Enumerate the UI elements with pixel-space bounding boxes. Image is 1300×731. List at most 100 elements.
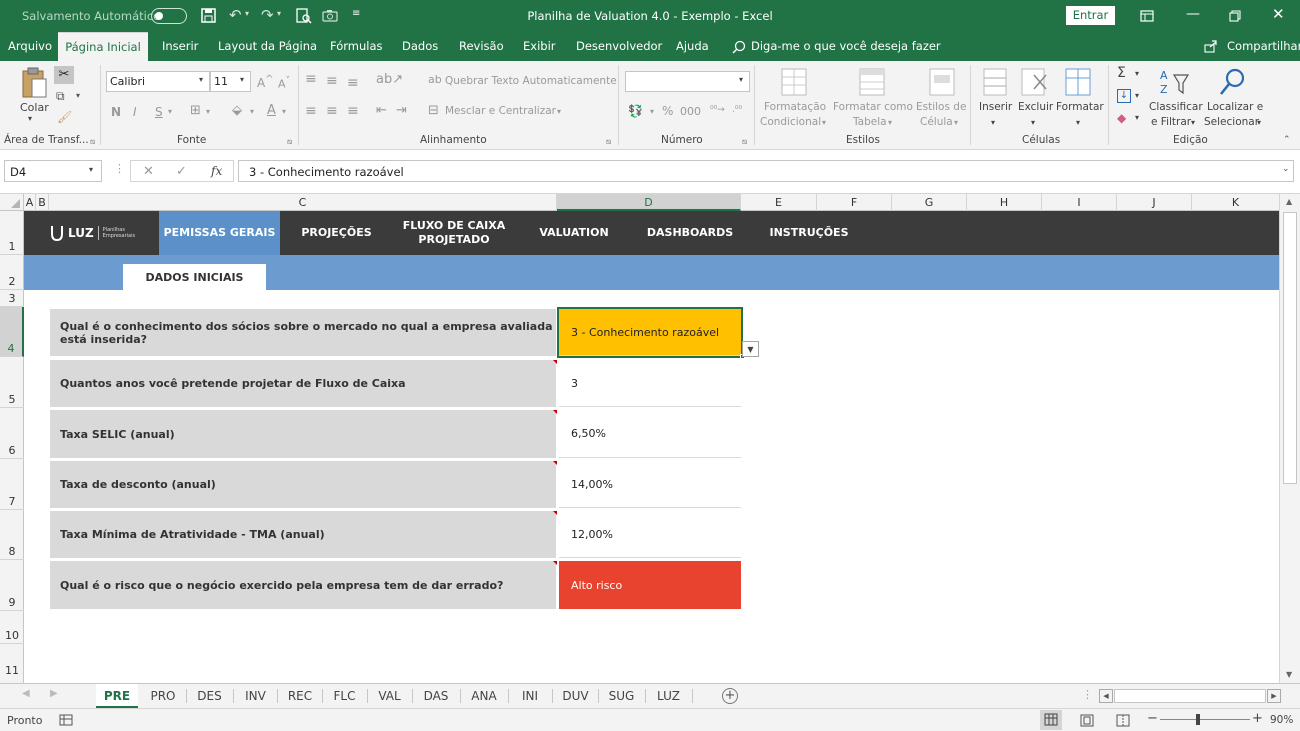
insert-cells-label[interactable]: Inserir bbox=[979, 101, 1012, 113]
comma-style-icon[interactable]: 000 bbox=[680, 105, 701, 118]
share-icon[interactable] bbox=[1204, 40, 1218, 53]
decrease-font-icon[interactable]: A˅ bbox=[278, 75, 290, 91]
find-select-label-2[interactable]: Selecionar bbox=[1204, 116, 1259, 128]
delete-cells-icon[interactable] bbox=[1020, 67, 1048, 97]
borders-icon[interactable]: ⊞ bbox=[190, 103, 201, 118]
align-bottom-icon[interactable]: ≡ bbox=[347, 75, 359, 91]
cancel-entry-icon[interactable]: ✕ bbox=[143, 164, 154, 179]
row-header-3[interactable]: 3 bbox=[0, 290, 24, 307]
copy-dropdown-icon[interactable]: ▾ bbox=[76, 91, 80, 100]
tab-ajuda[interactable]: Ajuda bbox=[676, 32, 709, 61]
format-cells-label[interactable]: Formatar bbox=[1056, 101, 1104, 113]
row-header-2[interactable]: 2 bbox=[0, 255, 24, 290]
autosave-toggle[interactable] bbox=[151, 8, 187, 24]
alignment-launcher-icon[interactable]: ⧅ bbox=[606, 137, 611, 147]
format-as-table-icon[interactable] bbox=[858, 67, 886, 97]
nav-fluxo-de-caixa[interactable]: FLUXO DE CAIXA PROJETADO bbox=[394, 211, 514, 255]
paste-icon[interactable] bbox=[20, 67, 48, 99]
nav-instrucoes[interactable]: INSTRUÇÕES bbox=[759, 211, 859, 255]
undo-icon[interactable]: ↶ bbox=[229, 6, 242, 24]
validation-dropdown-button[interactable]: ▼ bbox=[742, 341, 759, 357]
zoom-level[interactable]: 90% bbox=[1270, 714, 1293, 726]
cell-styles-dropdown-icon[interactable]: ▾ bbox=[954, 118, 958, 127]
conditional-formatting-icon[interactable] bbox=[780, 67, 808, 97]
sort-filter-label-2[interactable]: e Filtrar bbox=[1151, 116, 1191, 128]
paste-dropdown-icon[interactable]: ▾ bbox=[28, 114, 32, 123]
sort-filter-label-1[interactable]: Classificar bbox=[1149, 101, 1203, 113]
column-header-h[interactable]: H bbox=[967, 194, 1042, 211]
font-launcher-icon[interactable]: ⧅ bbox=[287, 137, 292, 147]
expand-formula-icon[interactable]: ⌄ bbox=[1282, 164, 1290, 174]
find-select-icon[interactable] bbox=[1218, 67, 1248, 97]
sheet-tab-pre[interactable]: PRE bbox=[96, 684, 138, 708]
cell-styles-icon[interactable] bbox=[928, 67, 956, 97]
tab-formulas[interactable]: Fórmulas bbox=[330, 32, 383, 61]
redo-icon[interactable]: ↷ bbox=[261, 6, 274, 24]
copy-icon[interactable]: ⧉ bbox=[56, 89, 65, 104]
delete-dropdown-icon[interactable]: ▾ bbox=[1031, 118, 1035, 127]
split-handle-icon[interactable]: ⋮ bbox=[1082, 688, 1093, 701]
normal-view-button[interactable] bbox=[1040, 710, 1062, 730]
format-table-label-2[interactable]: Tabela bbox=[853, 116, 887, 128]
conditional-dropdown-icon[interactable]: ▾ bbox=[822, 118, 826, 127]
collapse-ribbon-icon[interactable]: ⌃ bbox=[1283, 135, 1291, 145]
conditional-formatting-label-1[interactable]: Formatação bbox=[764, 101, 826, 113]
redo-dropdown-icon[interactable]: ▾ bbox=[277, 9, 281, 18]
clipboard-launcher-icon[interactable]: ⧅ bbox=[90, 137, 95, 147]
increase-font-icon[interactable]: A^ bbox=[257, 74, 274, 90]
borders-dropdown-icon[interactable]: ▾ bbox=[206, 107, 210, 116]
sheet-tab-flc[interactable]: FLC bbox=[323, 684, 366, 708]
row-header-9[interactable]: 9 bbox=[0, 560, 24, 611]
number-format-select[interactable]: ▾ bbox=[625, 71, 750, 92]
scroll-down-icon[interactable]: ▼ bbox=[1286, 670, 1292, 679]
sort-dropdown-icon[interactable]: ▾ bbox=[1191, 118, 1195, 127]
prev-sheet-icon[interactable]: ◀ bbox=[22, 688, 30, 699]
format-table-label-1[interactable]: Formatar como bbox=[833, 101, 913, 113]
answer-cell[interactable]: 6,50% bbox=[559, 410, 741, 458]
column-header-j[interactable]: J bbox=[1117, 194, 1192, 211]
conditional-formatting-label-2[interactable]: Condicional bbox=[760, 116, 821, 128]
zoom-out-icon[interactable]: − bbox=[1147, 711, 1158, 726]
vertical-scrollbar[interactable]: ▲ ▼ bbox=[1279, 194, 1300, 683]
camera-icon[interactable] bbox=[322, 9, 338, 22]
column-header-i[interactable]: I bbox=[1042, 194, 1117, 211]
tab-exibir[interactable]: Exibir bbox=[523, 32, 556, 61]
align-left-icon[interactable]: ≡ bbox=[305, 103, 317, 119]
font-name-select[interactable]: Calibri ▾ bbox=[106, 71, 210, 92]
italic-button[interactable]: I bbox=[133, 105, 137, 119]
add-sheet-icon[interactable]: + bbox=[722, 688, 738, 704]
answer-cell[interactable]: 14,00% bbox=[559, 461, 741, 508]
align-center-icon[interactable]: ≡ bbox=[326, 103, 338, 119]
merge-center-button[interactable]: Mesclar e Centralizar bbox=[445, 105, 556, 117]
cell-styles-label-2[interactable]: Célula bbox=[920, 116, 953, 128]
align-right-icon[interactable]: ≡ bbox=[347, 103, 359, 119]
autosum-dropdown-icon[interactable]: ▾ bbox=[1135, 69, 1139, 78]
sheet-tab-inv[interactable]: INV bbox=[234, 684, 277, 708]
cell-styles-label-1[interactable]: Estilos de bbox=[916, 101, 966, 113]
underline-button[interactable]: S bbox=[155, 105, 163, 119]
tab-pagina-inicial[interactable]: Página Inicial bbox=[58, 32, 148, 61]
fill-down-icon[interactable]: ↓ bbox=[1117, 89, 1131, 103]
macro-record-icon[interactable] bbox=[59, 714, 73, 726]
increase-indent-icon[interactable]: ⇥ bbox=[396, 103, 407, 118]
sheet-tab-duv[interactable]: DUV bbox=[553, 684, 598, 708]
sort-filter-icon[interactable]: AZ bbox=[1158, 67, 1190, 97]
sheet-tab-sug[interactable]: SUG bbox=[599, 684, 644, 708]
format-table-dropdown-icon[interactable]: ▾ bbox=[888, 118, 892, 127]
name-box[interactable]: D4 ▾ bbox=[4, 160, 102, 182]
minimize-icon[interactable]: — bbox=[1186, 6, 1200, 22]
tab-inserir[interactable]: Inserir bbox=[162, 32, 198, 61]
row-header-1[interactable]: 1 bbox=[0, 211, 24, 255]
sheet-tab-luz[interactable]: LUZ bbox=[646, 684, 691, 708]
find-select-label-1[interactable]: Localizar e bbox=[1207, 101, 1263, 113]
save-icon[interactable] bbox=[201, 8, 216, 23]
autosum-icon[interactable]: Σ bbox=[1117, 65, 1126, 81]
accounting-format-icon[interactable]: 💱 bbox=[628, 104, 643, 118]
number-launcher-icon[interactable]: ⧅ bbox=[742, 137, 747, 147]
column-header-d[interactable]: D bbox=[557, 194, 741, 211]
sheet-tab-pro[interactable]: PRO bbox=[141, 684, 185, 708]
column-header-e[interactable]: E bbox=[741, 194, 817, 211]
scroll-thumb[interactable] bbox=[1283, 212, 1297, 484]
align-middle-icon[interactable]: ≡ bbox=[326, 73, 338, 89]
fill-color-icon[interactable]: ⬙ bbox=[232, 103, 242, 118]
